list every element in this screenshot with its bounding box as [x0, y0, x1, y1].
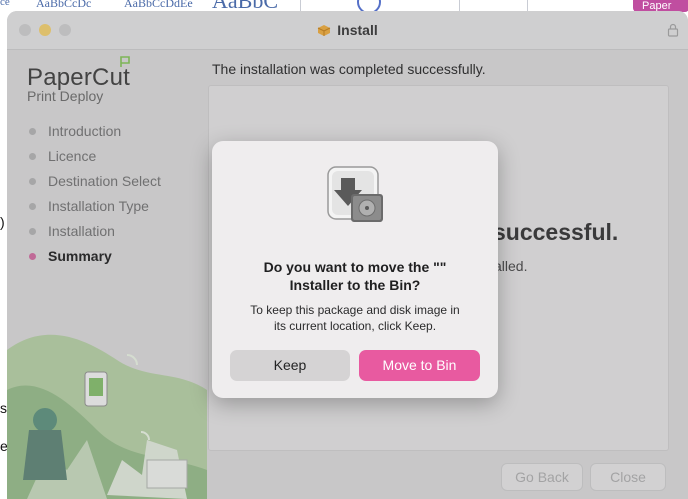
step-bullet	[29, 153, 36, 160]
step-label: Summary	[48, 248, 112, 264]
desktop-text-fragment: ce	[0, 0, 10, 8]
close-button[interactable]: Close	[590, 463, 666, 491]
step-label: Destination Select	[48, 173, 161, 189]
success-subtext: alled.	[494, 258, 528, 274]
step-bullet	[29, 203, 36, 210]
lock-icon	[667, 23, 679, 37]
step-summary: Summary	[29, 244, 161, 269]
step-bullet	[29, 128, 36, 135]
sidebar: PaperCut Print Deploy Introduction Licen…	[7, 50, 207, 499]
desktop-text-fragment: s	[0, 400, 7, 416]
title-bar: Install	[7, 11, 688, 50]
step-installation-type: Installation Type	[29, 194, 161, 219]
installer-steps: Introduction Licence Destination Select …	[29, 119, 161, 269]
installation-status-headline: The installation was completed successfu…	[212, 61, 486, 77]
step-label: Installation	[48, 223, 115, 239]
dialog-title-line: Installer to the Bin?	[289, 277, 421, 293]
step-bullet	[29, 228, 36, 235]
dialog-message-line: its current location, click Keep.	[273, 319, 437, 333]
papercut-flag-icon	[120, 56, 130, 67]
desktop-text-fragment: e	[0, 438, 8, 454]
desktop-text-fragment: AaBbCcDc	[36, 0, 92, 10]
brand-subtitle: Print Deploy	[27, 88, 104, 104]
move-to-bin-button[interactable]: Move to Bin	[359, 350, 480, 381]
desktop-text-fragment: )	[0, 214, 5, 230]
step-licence: Licence	[29, 144, 161, 169]
step-introduction: Introduction	[29, 119, 161, 144]
go-back-button[interactable]: Go Back	[501, 463, 583, 491]
step-destination-select: Destination Select	[29, 169, 161, 194]
installer-trash-icon	[327, 166, 383, 222]
step-installation: Installation	[29, 219, 161, 244]
papercut-illustration	[7, 334, 207, 499]
desktop-text-fragment: AaBbCcDdEe	[124, 0, 193, 10]
window-title-text: Install	[337, 22, 378, 38]
step-label: Introduction	[48, 123, 122, 139]
dialog-message-line: To keep this package and disk image in	[250, 303, 460, 317]
dialog-title-line: Do you want to move the ""	[263, 259, 447, 275]
move-to-bin-dialog: Do you want to move the "" Installer to …	[212, 141, 498, 398]
keep-button[interactable]: Keep	[230, 350, 350, 381]
installer-window: Install PaperCut Print Deploy Introducti…	[7, 11, 688, 499]
step-bullet	[29, 178, 36, 185]
window-title: Install	[7, 11, 688, 49]
dialog-message: To keep this package and disk image in i…	[212, 302, 498, 334]
package-icon	[318, 25, 331, 36]
step-label: Installation Type	[48, 198, 149, 214]
step-label: Licence	[48, 148, 97, 164]
step-bullet	[29, 253, 36, 260]
success-heading: successful.	[493, 219, 619, 245]
dialog-title: Do you want to move the "" Installer to …	[212, 258, 498, 294]
